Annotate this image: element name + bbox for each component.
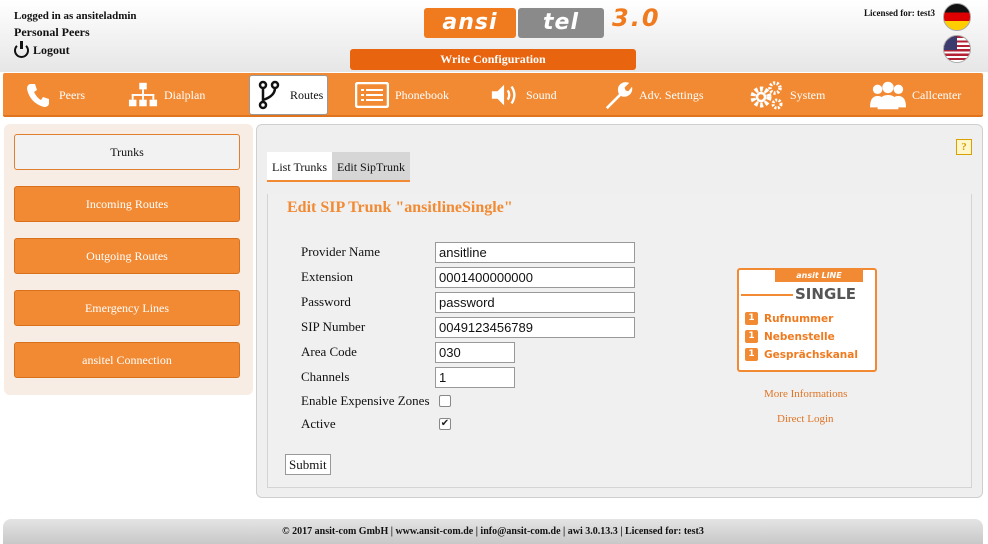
logo-version: 3.0 <box>612 4 661 32</box>
nav-dialplan-label: Dialplan <box>164 87 206 102</box>
badge-row: 1 Rufnummer <box>745 312 833 325</box>
logo-ansi: ansi <box>424 8 516 38</box>
channels-label: Channels <box>301 369 350 384</box>
badge-row-label: Gesprächskanal <box>764 348 858 361</box>
nav-adv-settings-label: Adv. Settings <box>639 87 704 102</box>
nav-system[interactable]: System <box>748 75 825 115</box>
hierarchy-icon <box>128 80 158 110</box>
submit-button[interactable]: Submit <box>285 454 331 475</box>
nav-routes-label: Routes <box>290 87 324 102</box>
active-checkbox[interactable]: ✔ <box>439 418 451 430</box>
password-input[interactable] <box>435 292 635 313</box>
phonebook-icon <box>355 80 389 110</box>
badge-row-count: 1 <box>745 330 758 343</box>
provider-name-label: Provider Name <box>301 244 381 259</box>
tab-list-trunks[interactable]: List Trunks <box>267 152 333 180</box>
nav-dialplan[interactable]: Dialplan <box>128 75 205 115</box>
ansitline-single-badge: ansit LINE SINGLE 1 Rufnummer 1 Nebenste… <box>737 268 877 372</box>
edit-form-container: Edit SIP Trunk "ansitlineSingle" Provide… <box>267 194 972 488</box>
provider-name-input[interactable] <box>435 242 635 263</box>
expensive-zones-label: Enable Expensive Zones <box>301 393 430 408</box>
us-flag-icon[interactable] <box>943 35 971 63</box>
extension-input[interactable] <box>435 267 635 288</box>
german-flag-icon[interactable] <box>943 3 971 31</box>
user-info: Logged in as ansiteladmin Personal Peers… <box>14 8 137 58</box>
nav-phonebook[interactable]: Phonebook <box>355 75 449 115</box>
badge-row-label: Nebenstelle <box>764 330 835 343</box>
tab-bar: List Trunks Edit SipTrunk <box>267 152 410 182</box>
logout-button[interactable]: Logout <box>14 40 137 58</box>
nav-adv-settings[interactable]: Adv. Settings <box>603 75 704 115</box>
ansitel-logo: ansi tel 3.0 <box>424 4 686 40</box>
nav-phonebook-label: Phonebook <box>395 87 449 102</box>
gears-icon <box>748 80 784 110</box>
badge-line <box>741 294 793 296</box>
badge-product-name: SINGLE <box>795 285 857 303</box>
phone-icon <box>23 80 53 110</box>
badge-row: 1 Gesprächskanal <box>745 348 858 361</box>
badge-brand: ansit LINE <box>775 270 863 282</box>
extension-label: Extension <box>301 269 353 284</box>
channels-input[interactable] <box>435 367 515 388</box>
nav-peers[interactable]: Peers <box>23 75 85 115</box>
users-icon <box>870 80 906 110</box>
sip-number-label: SIP Number <box>301 319 366 334</box>
badge-row-count: 1 <box>745 312 758 325</box>
power-icon <box>14 40 29 58</box>
routes-icon <box>254 80 284 110</box>
area-code-input[interactable] <box>435 342 515 363</box>
header: Logged in as ansiteladmin Personal Peers… <box>0 0 988 72</box>
main-panel: ? List Trunks Edit SipTrunk Edit SIP Tru… <box>256 124 983 498</box>
nav-sound-label: Sound <box>526 87 557 102</box>
badge-row-label: Rufnummer <box>764 312 834 325</box>
sidebar-item-incoming-routes[interactable]: Incoming Routes <box>14 186 240 222</box>
personal-peers-link[interactable]: Personal Peers <box>14 24 137 40</box>
password-label: Password <box>301 294 351 309</box>
nav-routes[interactable]: Routes <box>249 75 329 115</box>
sip-number-input[interactable] <box>435 317 635 338</box>
nav-callcenter-label: Callcenter <box>912 87 962 102</box>
logout-label: Logout <box>33 43 70 57</box>
logo-tel: tel <box>518 8 604 38</box>
logged-in-text: Logged in as ansiteladmin <box>14 10 137 22</box>
more-informations-link[interactable]: More Informations <box>764 388 847 400</box>
sidebar-item-trunks[interactable]: Trunks <box>14 134 240 170</box>
sidebar-item-ansitel-connection[interactable]: ansitel Connection <box>14 342 240 378</box>
sidebar-item-emergency-lines[interactable]: Emergency Lines <box>14 290 240 326</box>
form-title: Edit SIP Trunk "ansitlineSingle" <box>287 199 513 216</box>
active-label: Active <box>301 416 336 431</box>
nav-peers-label: Peers <box>59 87 85 102</box>
area-code-label: Area Code <box>301 344 357 359</box>
tab-edit-siptrunk[interactable]: Edit SipTrunk <box>332 152 410 180</box>
nav-callcenter[interactable]: Callcenter <box>870 75 961 115</box>
speaker-icon <box>490 80 520 110</box>
direct-login-link[interactable]: Direct Login <box>777 413 834 425</box>
wrench-icon <box>603 80 633 110</box>
sidebar: Trunks Incoming Routes Outgoing Routes E… <box>4 124 253 395</box>
expensive-zones-checkbox[interactable] <box>439 395 451 407</box>
badge-row-count: 1 <box>745 348 758 361</box>
write-configuration-button[interactable]: Write Configuration <box>350 49 636 70</box>
footer: © 2017 ansit-com GmbH | www.ansit-com.de… <box>3 519 983 544</box>
nav-system-label: System <box>790 87 826 102</box>
badge-row: 1 Nebenstelle <box>745 330 835 343</box>
nav-sound[interactable]: Sound <box>490 75 557 115</box>
help-icon[interactable]: ? <box>956 139 972 155</box>
main-nav: Peers Dialplan Routes Phonebook Sound Ad… <box>3 73 983 117</box>
license-text: Licensed for: test3 <box>864 8 935 18</box>
sidebar-item-outgoing-routes[interactable]: Outgoing Routes <box>14 238 240 274</box>
